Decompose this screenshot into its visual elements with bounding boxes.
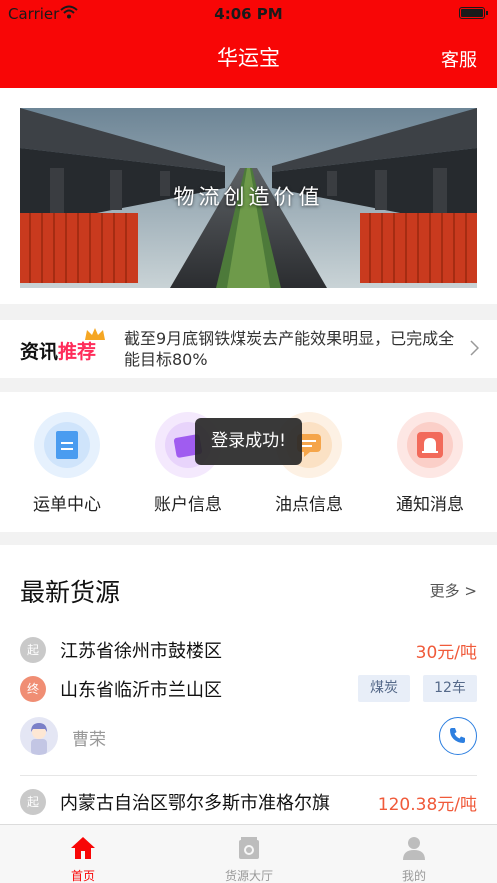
news-label-recommend: 推荐: [58, 341, 97, 363]
destination-address: 山东省临沂市兰山区: [60, 680, 222, 701]
chevron-right-icon[interactable]: [469, 340, 479, 356]
news-label-main: 资讯: [20, 341, 59, 363]
origin-address: 江苏省徐州市鼓楼区: [60, 641, 222, 662]
navigation-bar: 华运宝 客服: [0, 28, 497, 88]
avatar: [20, 717, 58, 755]
cargo-hall-icon: [239, 837, 259, 859]
origin-marker: 起: [20, 637, 46, 663]
banner-section: 物流创造价值: [0, 88, 497, 304]
section-title: 最新货源: [20, 578, 121, 607]
clock: 4:06 PM: [214, 5, 283, 23]
toast-message: 登录成功!: [195, 418, 302, 465]
truck-count-tag: 12车: [423, 675, 477, 702]
tab-home[interactable]: 首页: [0, 825, 166, 883]
shipper-name: 曹荣: [72, 730, 106, 750]
shipper-row: 曹荣: [20, 717, 477, 755]
shortcut-label: 油点信息: [275, 495, 343, 515]
tab-label: 首页: [70, 869, 95, 883]
shortcut-label: 运单中心: [33, 495, 101, 515]
more-link[interactable]: 更多 >: [430, 580, 477, 601]
origin-marker: 起: [20, 789, 46, 815]
battery-icon: [459, 7, 488, 19]
tab-bar: 首页 货源大厅 我的: [0, 824, 497, 883]
tab-cargo-hall[interactable]: 货源大厅: [166, 825, 332, 883]
bell-icon: [397, 412, 463, 478]
origin-address: 内蒙古自治区鄂尔多斯市准格尔旗: [60, 793, 330, 814]
phone-icon: [450, 728, 465, 743]
page-title: 华运宝: [217, 46, 280, 70]
tab-label: 我的: [401, 869, 426, 883]
news-headline[interactable]: 截至9月底钢铁煤炭去产能效果明显，已完成全能目标80%: [124, 328, 468, 370]
customer-service-button[interactable]: 客服: [441, 46, 477, 72]
freight-price: 120.38元/吨: [377, 795, 477, 815]
freight-price: 30元/吨: [415, 643, 477, 663]
status-bar: Carrier 4:06 PM: [0, 0, 497, 28]
cargo-type-tag: 煤炭: [358, 675, 410, 702]
shortcut-label: 通知消息: [396, 495, 464, 515]
destination-marker: 终: [20, 676, 46, 702]
news-label: 资讯推荐: [20, 337, 96, 364]
shortcut-label: 账户信息: [154, 495, 222, 515]
tab-label: 货源大厅: [224, 869, 273, 883]
waybill-icon: [34, 412, 100, 478]
home-icon: [71, 837, 95, 859]
route-destination-row: 终 山东省临沂市兰山区 煤炭 12车: [20, 674, 477, 704]
news-ticker[interactable]: 资讯推荐 截至9月底钢铁煤炭去产能效果明显，已完成全能目标80%: [0, 320, 497, 378]
banner-slogan: 物流创造价值: [173, 185, 324, 209]
route-origin-row: 起 内蒙古自治区鄂尔多斯市准格尔旗 120.38元/吨: [20, 787, 477, 817]
route-origin-row: 起 江苏省徐州市鼓楼区 30元/吨: [20, 635, 477, 665]
latest-cargo-section: 最新货源 更多 > 起 江苏省徐州市鼓楼区 30元/吨 终 山东省临沂市兰山区 …: [0, 545, 497, 825]
tab-mine[interactable]: 我的: [331, 825, 497, 883]
user-icon: [403, 837, 425, 860]
divider: [20, 775, 477, 776]
banner-carousel[interactable]: 物流创造价值: [20, 108, 477, 288]
call-button[interactable]: [439, 717, 477, 755]
crown-icon: [85, 328, 105, 340]
